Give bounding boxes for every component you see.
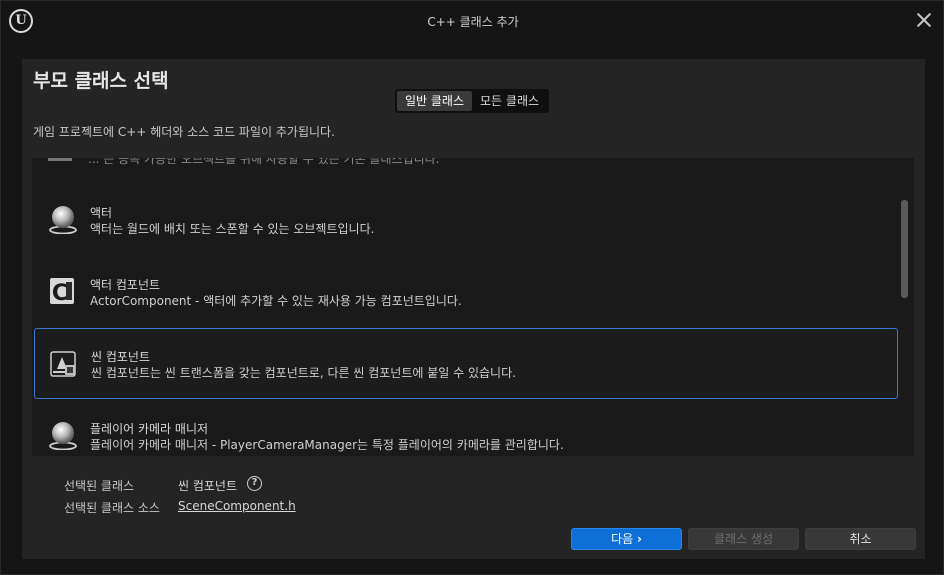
selected-class-value: 씬 컴포넌트 <box>178 479 238 493</box>
list-item-subtitle: 액터는 월드에 배치 또는 스폰할 수 있는 오브젝트입니다. <box>90 222 375 236</box>
scene-component-icon <box>50 351 76 377</box>
tab-common-classes[interactable]: 일반 클래스 <box>397 91 473 111</box>
window-title: C++ 클래스 추가 <box>427 15 519 29</box>
selected-class-source-link[interactable]: SceneComponent.h <box>178 499 296 513</box>
list-item-subtitle: 씬 컴포넌트는 씬 트랜스폼을 갖는 컴포넌트로, 다른 씬 컴포넌트에 붙일 … <box>91 366 516 380</box>
chevron-right-icon: › <box>636 532 642 546</box>
list-item-title: 액터 컴포넌트 <box>90 278 161 292</box>
add-cpp-class-window: U C++ 클래스 추가 부모 클래스 선택 일반 클래스 모든 클래스 게임 … <box>0 0 944 575</box>
page-title: 부모 클래스 선택 <box>33 70 169 92</box>
help-icon[interactable]: ? <box>247 476 262 491</box>
class-filter-tabs: 일반 클래스 모든 클래스 <box>395 89 550 113</box>
list-item-subtitle: 플레이어 카메라 매니저 - PlayerCameraManager는 특정 플… <box>90 438 564 452</box>
list-item[interactable]: 플레이어 카메라 매니저 플레이어 카메라 매니저 - PlayerCamera… <box>34 400 898 456</box>
dialog-description: 게임 프로젝트에 C++ 헤더와 소스 코드 파일이 추가됩니다. <box>33 125 335 139</box>
partial-item-icon <box>48 158 72 161</box>
actor-component-icon: C <box>50 278 74 306</box>
list-item-selected[interactable]: 씬 컴포넌트 씬 컴포넌트는 씬 트랜스폼을 갖는 컴포넌트로, 다른 씬 컴포… <box>34 328 898 399</box>
list-item[interactable]: 액터 액터는 월드에 배치 또는 스폰할 수 있는 오브젝트입니다. <box>34 184 898 254</box>
selected-class-label: 선택된 클래스 <box>64 479 135 493</box>
list-item-title: 플레이어 카메라 매니저 <box>90 422 209 436</box>
class-list[interactable]: ... 는 증폭 가능한 오브젝트를 위해 사용할 수 있는 기본 클래스입니다… <box>32 158 914 456</box>
selected-class-source-label: 선택된 클래스 소스 <box>64 501 160 515</box>
actor-sphere-icon <box>49 206 77 234</box>
create-class-button[interactable]: 클래스 생성 <box>688 528 799 550</box>
list-item-title: 액터 <box>90 206 113 220</box>
next-button-label: 다음 <box>611 532 634 546</box>
list-scrollbar[interactable] <box>901 200 908 298</box>
partial-item-text: ... 는 증폭 가능한 오브젝트를 위해 사용할 수 있는 기본 클래스입니다… <box>88 158 440 166</box>
close-icon[interactable] <box>915 11 933 29</box>
tab-all-classes[interactable]: 모든 클래스 <box>472 91 547 111</box>
dialog-panel: 부모 클래스 선택 일반 클래스 모든 클래스 게임 프로젝트에 C++ 헤더와… <box>22 59 925 559</box>
svg-text:C: C <box>52 281 68 306</box>
cancel-button[interactable]: 취소 <box>805 528 916 550</box>
list-item-subtitle: ActorComponent - 액터에 추가할 수 있는 재사용 가능 컴포넌… <box>90 294 462 308</box>
list-item-title: 씬 컴포넌트 <box>91 350 151 364</box>
player-camera-manager-sphere-icon <box>49 422 77 450</box>
title-bar: U C++ 클래스 추가 <box>1 1 944 41</box>
next-button[interactable]: 다음 › <box>571 528 682 550</box>
list-item[interactable]: C 액터 컴포넌트 ActorComponent - 액터에 추가할 수 있는 … <box>34 256 898 326</box>
